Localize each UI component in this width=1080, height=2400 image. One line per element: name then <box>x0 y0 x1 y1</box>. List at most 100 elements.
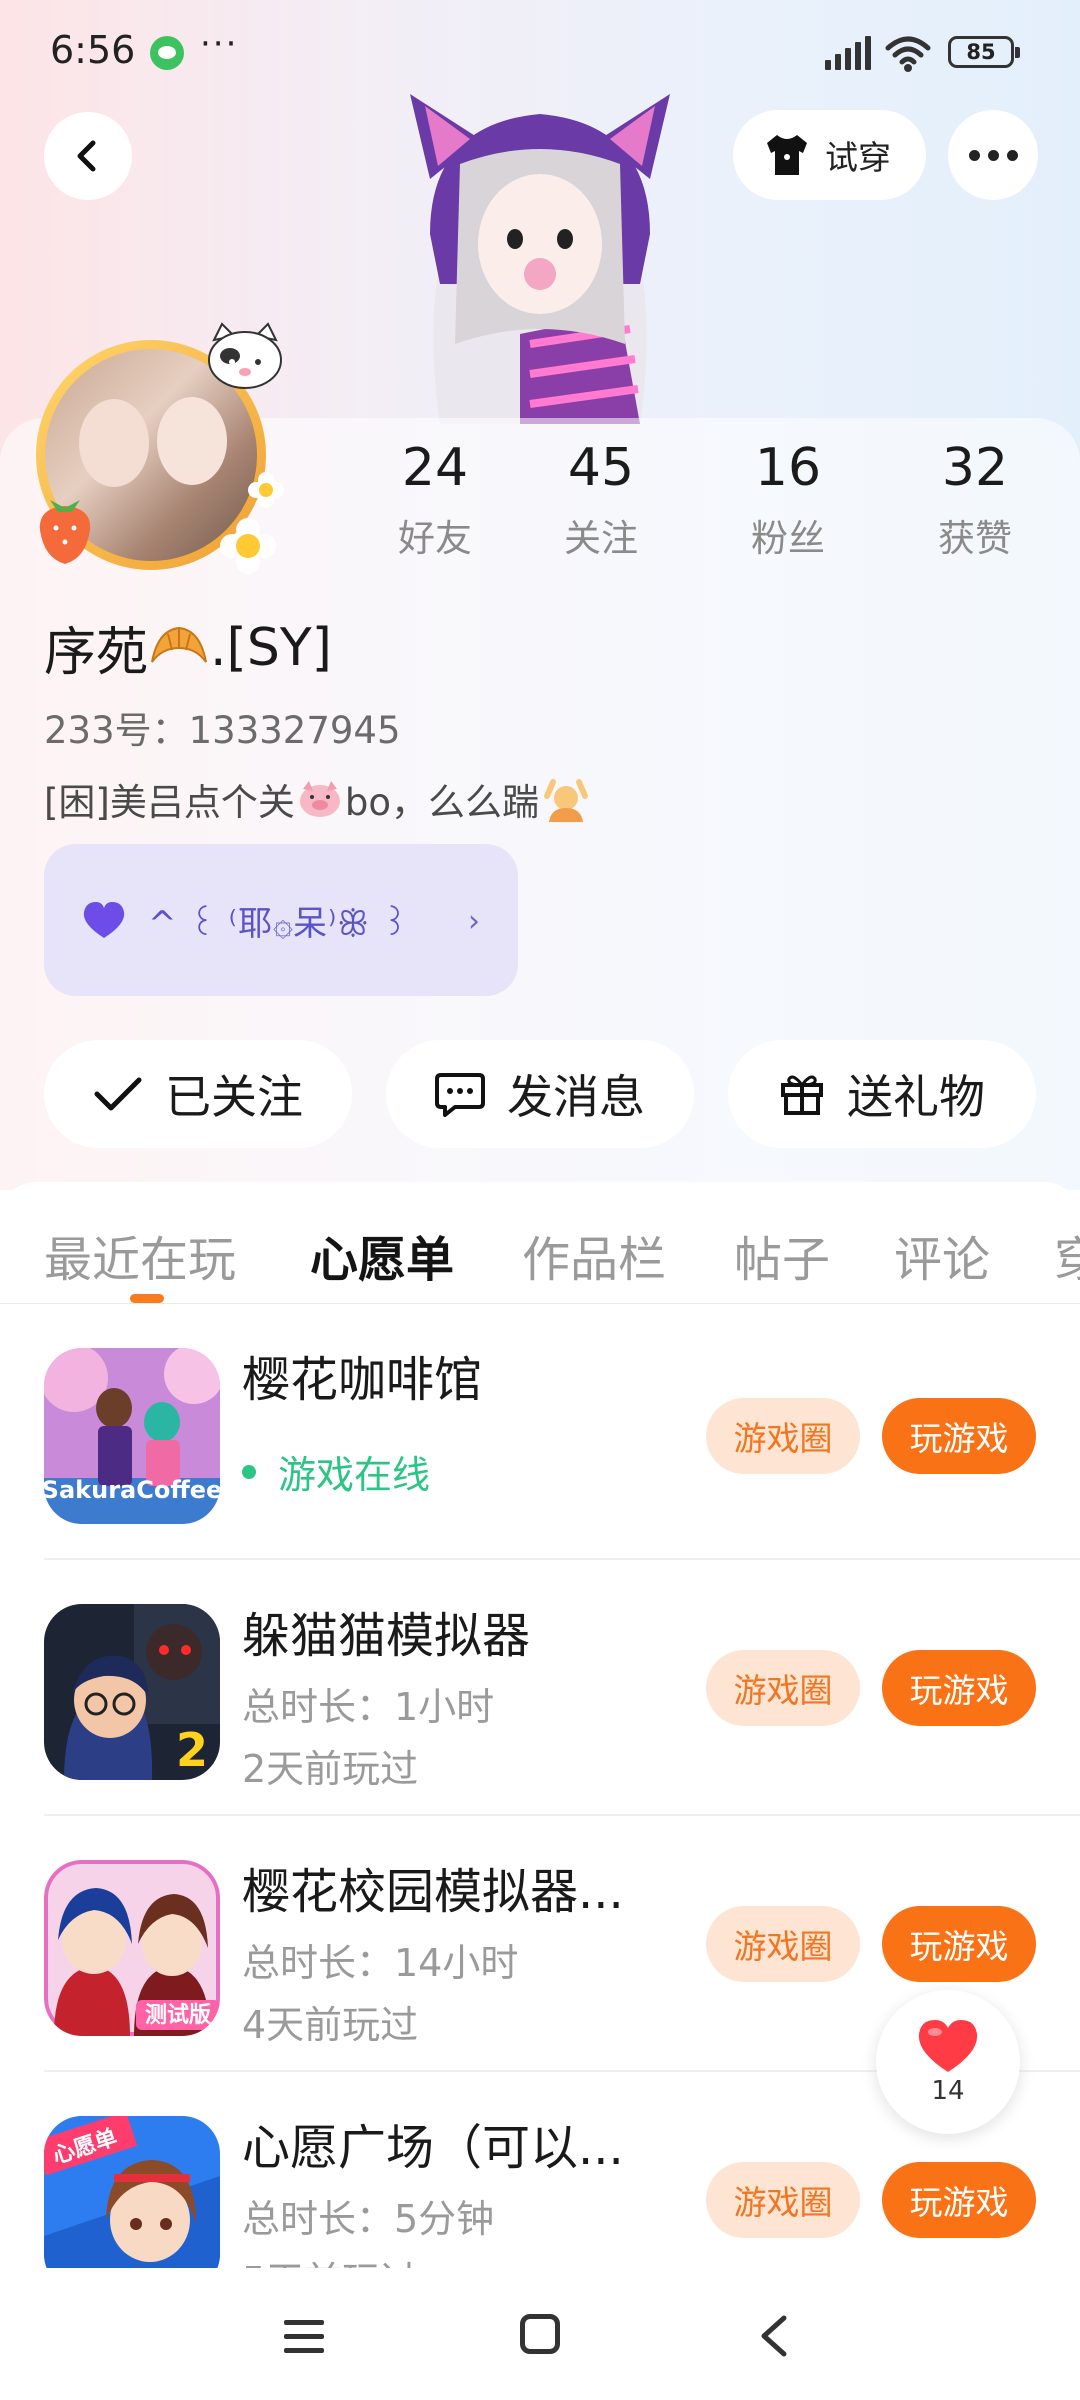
followed-label: 已关注 <box>165 1070 303 1124</box>
game-icon-badge-text: 2 <box>176 1723 208 1777</box>
active-tab-indicator <box>130 1294 164 1303</box>
play-game-button[interactable]: 玩游戏 <box>882 2162 1036 2238</box>
game-total-playtime: 总时长：5分钟 <box>242 2197 495 2241</box>
chevron-right-icon: › <box>468 904 480 939</box>
back-button[interactable] <box>44 112 132 200</box>
more-dot-icon <box>1006 149 1018 161</box>
tab-works[interactable]: 作品栏 <box>522 1220 666 1290</box>
try-on-label: 试穿 <box>825 138 891 177</box>
home-icon[interactable] <box>520 2314 560 2354</box>
stat-value: 24 <box>401 438 469 498</box>
sakura-school-game-icon: 测试版 <box>44 1860 220 2036</box>
gift-icon <box>781 1075 823 1115</box>
play-game-button[interactable]: 玩游戏 <box>882 1398 1036 1474</box>
like-count: 14 <box>931 2076 965 2106</box>
fan-club-name: ^ ꒰ ⁽耶۞呆⁾ꕥ ꒱ <box>148 903 410 944</box>
system-back-icon[interactable] <box>754 2314 794 2358</box>
pig-emoji-icon <box>299 781 340 817</box>
more-dot-icon <box>987 149 999 161</box>
game-row[interactable]: 2 躲猫猫模拟器 总时长：1小时 2天前玩过 游戏圈 玩游戏 <box>0 1560 1080 1816</box>
person-gesturing-emoji-icon <box>544 779 588 822</box>
stat-label: 粉丝 <box>751 517 825 560</box>
tab-recently-played[interactable]: 最近在玩 <box>44 1220 236 1290</box>
game-title: 躲猫猫模拟器 <box>242 1608 531 1664</box>
recent-apps-icon[interactable] <box>282 2318 326 2354</box>
stat-value: 45 <box>567 438 635 498</box>
send-gift-button[interactable]: 送礼物 <box>728 1040 1036 1148</box>
like-floating-button[interactable]: 14 <box>876 1990 1020 2134</box>
strawberry-decoration-icon <box>39 500 91 564</box>
game-total-playtime: 总时长：1小时 <box>242 1685 495 1729</box>
stat-friends[interactable]: 24 好友 <box>370 438 500 562</box>
stat-following[interactable]: 45 关注 <box>536 438 666 562</box>
tab-comments[interactable]: 评论 <box>894 1220 990 1290</box>
check-icon <box>94 1077 142 1111</box>
send-gift-label: 送礼物 <box>847 1070 985 1124</box>
more-dot-icon <box>968 149 980 161</box>
bio-text: bo，么么踹 <box>344 781 539 824</box>
game-icon-logo-text: SakuraCoffee <box>44 1476 220 1504</box>
purple-heart-icon <box>83 902 125 938</box>
nickname-prefix: 序苑 <box>44 623 149 683</box>
status-time: 6:56 <box>50 28 136 72</box>
stat-fans[interactable]: 16 粉丝 <box>723 438 853 562</box>
stat-value: 32 <box>941 438 1009 498</box>
play-game-button[interactable]: 玩游戏 <box>882 1906 1036 1982</box>
send-message-button[interactable]: 发消息 <box>386 1040 694 1148</box>
game-circle-button[interactable]: 游戏圈 <box>706 1398 860 1474</box>
game-last-played: 4天前玩过 <box>242 2003 419 2047</box>
game-last-played: 2天前玩过 <box>242 1747 419 1791</box>
more-notifications-icon: ··· <box>200 24 239 64</box>
wish-plaza-game-icon: 心愿单 <box>44 2116 220 2268</box>
nickname-suffix: .[SY] <box>210 617 332 678</box>
small-flower-decoration-icon <box>248 472 284 508</box>
tab-outfits[interactable]: 穿 <box>1054 1220 1080 1290</box>
game-title: 樱花咖啡馆 <box>242 1352 483 1408</box>
wechat-notification-icon <box>150 36 184 70</box>
game-row[interactable]: SakuraCoffee 樱花咖啡馆 游戏在线 游戏圈 玩游戏 <box>0 1304 1080 1560</box>
signal-icon <box>825 36 871 70</box>
hide-and-seek-game-icon: 2 <box>44 1604 220 1780</box>
more-options-button[interactable] <box>948 110 1038 200</box>
heart-icon <box>918 2020 978 2072</box>
stat-label: 关注 <box>564 517 638 560</box>
play-game-button[interactable]: 玩游戏 <box>882 1650 1036 1726</box>
bio-text: [困]美吕点个关 <box>44 781 295 824</box>
followed-button[interactable]: 已关注 <box>44 1040 352 1148</box>
stat-value: 16 <box>754 438 822 498</box>
game-last-played: 5天前玩过 <box>242 2250 418 2268</box>
user-id[interactable]: 233号：133327945 <box>44 700 401 754</box>
fan-club-card[interactable]: ^ ꒰ ⁽耶۞呆⁾ꕥ ꒱ › <box>44 844 518 996</box>
system-navigation-bar <box>0 2270 1080 2400</box>
game-total-playtime: 总时长：14小时 <box>242 1941 519 1985</box>
send-message-label: 发消息 <box>507 1070 645 1124</box>
back-arrow-icon <box>77 140 96 172</box>
stat-likes[interactable]: 32 获赞 <box>910 438 1040 562</box>
user-nickname: 序苑 .[SY] <box>44 610 332 685</box>
egg-flower-decoration-icon <box>220 518 276 574</box>
online-dot-icon <box>242 1464 256 1479</box>
game-circle-button[interactable]: 游戏圈 <box>706 1650 860 1726</box>
game-icon-badge-text: 测试版 <box>145 2003 211 2028</box>
game-online-status: 游戏在线 <box>242 1444 430 1499</box>
stat-label: 获赞 <box>938 517 1012 560</box>
tshirt-icon <box>767 135 807 175</box>
wifi-icon <box>885 36 931 72</box>
game-title: 樱花校园模拟器... <box>242 1864 624 1920</box>
user-avatar[interactable] <box>32 322 284 580</box>
try-on-button[interactable]: 试穿 <box>733 110 926 200</box>
battery-icon: 85 <box>948 36 1020 68</box>
tab-posts[interactable]: 帖子 <box>734 1220 830 1290</box>
cat-decoration-icon <box>208 322 282 389</box>
game-circle-button[interactable]: 游戏圈 <box>706 2162 860 2238</box>
profile-tabs: 最近在玩 心愿单 作品栏 帖子 评论 穿 <box>0 1182 1080 1304</box>
tab-wishlist[interactable]: 心愿单 <box>310 1220 454 1290</box>
croissant-emoji-icon <box>151 626 207 663</box>
user-bio: [困]美吕点个关 bo，么么踹 <box>44 772 589 826</box>
chat-bubble-icon <box>435 1073 485 1117</box>
sakura-coffee-game-icon: SakuraCoffee <box>44 1348 220 1524</box>
game-title: 心愿广场（可以... <box>242 2120 624 2176</box>
character-avatar-image <box>410 94 670 424</box>
game-circle-button[interactable]: 游戏圈 <box>706 1906 860 1982</box>
stat-label: 好友 <box>398 517 472 560</box>
